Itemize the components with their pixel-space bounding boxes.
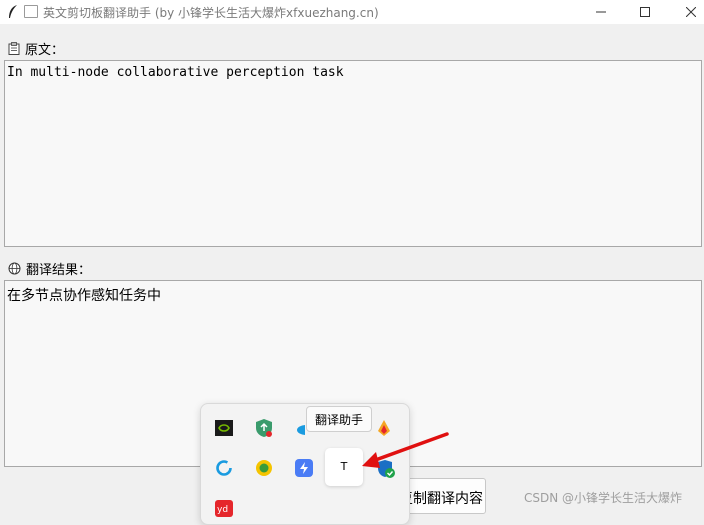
original-label-text: 原文： — [25, 43, 65, 58]
lightning-app-icon[interactable] — [293, 457, 315, 479]
globe-icon — [8, 262, 21, 275]
close-icon — [686, 7, 696, 17]
watermark: CSDN @小锋学长生活大爆炸 — [524, 491, 683, 505]
window-icon — [24, 5, 38, 18]
window-title: 英文剪切板翻译助手 (by 小锋学长生活大爆炸xfxuezhang.cn) — [43, 6, 379, 20]
security-shield-icon[interactable] — [253, 417, 275, 439]
sync-icon[interactable] — [213, 457, 235, 479]
wechat-pay-icon[interactable] — [253, 457, 275, 479]
feather-icon — [6, 4, 20, 20]
original-text: In multi-node collaborative perception t… — [7, 65, 344, 80]
copy-translation-label: 复制翻译内容 — [399, 491, 483, 507]
title-bar: 英文剪切板翻译助手 (by 小锋学长生活大爆炸xfxuezhang.cn) — [0, 0, 704, 24]
maximize-icon — [640, 7, 650, 17]
result-text: 在多节点协作感知任务中 — [7, 288, 161, 304]
original-textbox[interactable]: In multi-node collaborative perception t… — [4, 60, 702, 247]
nvidia-icon[interactable] — [213, 417, 235, 439]
svg-text:yd: yd — [217, 505, 228, 515]
youdao-icon[interactable]: yd — [213, 497, 235, 519]
original-label: 原文： — [8, 39, 64, 58]
result-label-text: 翻译结果： — [26, 263, 92, 278]
minimize-icon — [596, 11, 606, 13]
maximize-button[interactable] — [622, 0, 668, 24]
close-button[interactable] — [668, 0, 704, 24]
clipboard-icon — [8, 42, 20, 55]
minimize-button[interactable] — [578, 0, 624, 24]
onedrive-icon[interactable] — [295, 417, 305, 439]
result-label: 翻译结果： — [8, 259, 91, 278]
red-arrow-icon — [362, 432, 449, 468]
